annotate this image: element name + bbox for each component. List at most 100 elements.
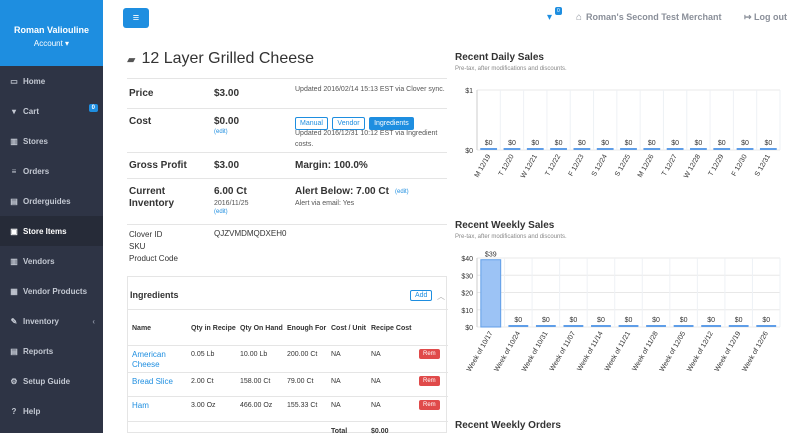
bar <box>713 148 731 150</box>
cost-note: Updated 2016/12/31 10:12 EST via Ingredi… <box>295 130 438 148</box>
cost-edit-link[interactable]: (edit) <box>214 129 228 135</box>
x-tick-label: W 12/21 <box>520 153 539 179</box>
table-cell: 158.00 Ct <box>240 378 271 385</box>
ingredient-name-link[interactable]: American Cheese <box>132 350 182 370</box>
inventory-date: 2016/11/25 <box>214 200 249 207</box>
data-label: $0 <box>718 140 726 147</box>
sidebar-item-vendor-products[interactable]: ▦ Vendor Products <box>0 276 103 306</box>
bar <box>666 148 684 150</box>
cart-icon[interactable]: ▾ <box>547 12 552 23</box>
sidebar-item-vendors[interactable]: ▥ Vendors <box>0 246 103 276</box>
inventory-label: Current Inventory <box>129 186 175 209</box>
data-label: $39 <box>485 252 497 259</box>
logout-link[interactable]: ↦ Log out <box>744 12 787 23</box>
clover-id-label: Clover ID <box>129 230 163 239</box>
merchant-label: Roman's Second Test Merchant <box>586 12 722 22</box>
x-tick-label: Week of 10/17 <box>466 330 495 373</box>
data-label: $0 <box>741 140 749 147</box>
row-divider <box>128 372 448 373</box>
sidebar-item-stores[interactable]: ▥ Stores <box>0 126 103 156</box>
table-cell: 2.00 Ct <box>191 378 214 385</box>
bar <box>756 325 777 327</box>
data-label: $0 <box>735 317 743 324</box>
remove-ingredient-button[interactable]: Rem <box>419 376 440 386</box>
menu-toggle-button[interactable]: ≡ <box>123 8 149 28</box>
daily-sales-plot: $0$1$0M 12/19$0T 12/20$0W 12/21$0T 12/22… <box>465 88 781 180</box>
bar <box>508 325 529 327</box>
table-cell: 10.00 Lb <box>240 351 268 358</box>
x-tick-label: M 12/19 <box>474 153 493 178</box>
data-label: $0 <box>764 140 772 147</box>
sidebar-item-label: Stores <box>23 136 48 146</box>
vendors-icon: ▥ <box>10 256 18 266</box>
total-label: Total <box>331 428 348 435</box>
weekly-orders-chart: Recent Weekly Orders <box>455 420 785 433</box>
table-cell: NA <box>331 378 341 385</box>
bar <box>550 148 567 150</box>
sidebar-item-setup-guide[interactable]: ⚙ Setup Guide <box>0 366 103 396</box>
cart-count-badge: 0 <box>555 7 562 15</box>
sidebar-item-orderguides[interactable]: ▤ Orderguides <box>0 186 103 216</box>
price-value: $3.00 <box>214 88 240 99</box>
column-header: Qty On Hand <box>240 325 283 332</box>
data-label: $0 <box>555 140 563 147</box>
x-tick-label: T 12/22 <box>544 153 562 177</box>
daily-sales-title: Recent Daily Sales <box>455 52 544 63</box>
stores-icon: ▥ <box>10 136 18 146</box>
sidebar-item-help[interactable]: ? Help <box>0 396 103 426</box>
total-value: $0.00 <box>371 428 389 435</box>
table-cell: NA <box>331 351 341 358</box>
row-divider <box>128 421 448 422</box>
sidebar-item-reports[interactable]: ▤ Reports <box>0 336 103 366</box>
account-dropdown[interactable]: Account ▾ <box>0 39 103 48</box>
bar <box>480 259 502 328</box>
x-tick-label: Week of 12/12 <box>686 330 715 373</box>
margin-value: Margin: 100.0% <box>295 160 368 171</box>
clover-id-value: QJZVMDMQDXEH0 <box>214 229 287 238</box>
remove-ingredient-button[interactable]: Rem <box>419 400 440 410</box>
data-label: $0 <box>671 140 679 147</box>
sidebar-item-home[interactable]: ▭ Home <box>0 66 103 96</box>
sidebar-item-label: Inventory <box>23 316 60 326</box>
y-tick-label: $10 <box>461 308 473 315</box>
alert-edit-link[interactable]: (edit) <box>395 189 409 195</box>
x-tick-label: S 12/25 <box>614 153 632 177</box>
merchant-name[interactable]: ⌂ Roman's Second Test Merchant <box>576 12 722 23</box>
add-ingredient-button[interactable]: Add <box>410 290 433 301</box>
bank-icon: ⌂ <box>576 12 583 23</box>
bar <box>480 148 498 150</box>
sidebar-item-label: Help <box>23 406 41 416</box>
bar <box>535 325 556 327</box>
orderguides-icon: ▤ <box>10 196 18 206</box>
data-label: $0 <box>601 140 609 147</box>
collapse-icon[interactable]: ︿ <box>437 291 445 302</box>
inventory-edit-link[interactable]: (edit) <box>214 209 228 215</box>
sidebar-item-orders[interactable]: ≡ Orders <box>0 156 103 186</box>
bar <box>646 325 666 327</box>
sidebar-item-label: Setup Guide <box>23 376 71 386</box>
ingredients-panel: Ingredients Add ︿ Name Qty in Recipe Qty O… <box>127 276 448 435</box>
item-title: 12 Layer Grilled Cheese <box>141 50 315 67</box>
inventory-icon: ✎ <box>10 316 18 326</box>
chevron-left-icon[interactable]: ‹ <box>92 317 95 326</box>
remove-ingredient-button[interactable]: Rem <box>419 349 440 359</box>
sidebar-item-label: Vendor Products <box>23 286 88 296</box>
store-items-icon: ▣ <box>10 226 18 236</box>
cost-row: Cost $0.00 (edit) Manual Vendor Ingredie… <box>127 108 447 152</box>
sidebar-item-label: Orders <box>23 166 50 176</box>
sidebar-item-label: Reports <box>23 346 54 356</box>
sidebar-item-cart[interactable]: ▾ Cart 0 <box>0 96 103 126</box>
table-cell: 466.00 Oz <box>240 402 273 409</box>
ingredient-name-link[interactable]: Bread Slice <box>132 377 182 387</box>
logout-label: Log out <box>754 12 788 22</box>
home-icon: ▭ <box>10 76 18 86</box>
weekly-orders-title: Recent Weekly Orders <box>455 420 561 431</box>
bar <box>503 148 521 150</box>
table-cell: NA <box>371 351 381 358</box>
column-header: Recipe Cost <box>371 325 412 332</box>
x-tick-label: F 12/30 <box>731 153 749 177</box>
sidebar-item-inventory[interactable]: ✎ Inventory ‹ <box>0 306 103 336</box>
sidebar-item-store-items[interactable]: ▣ Store Items <box>0 216 103 246</box>
ingredient-name-link[interactable]: Ham <box>132 401 182 411</box>
weekly-sales-title: Recent Weekly Sales <box>455 220 555 231</box>
